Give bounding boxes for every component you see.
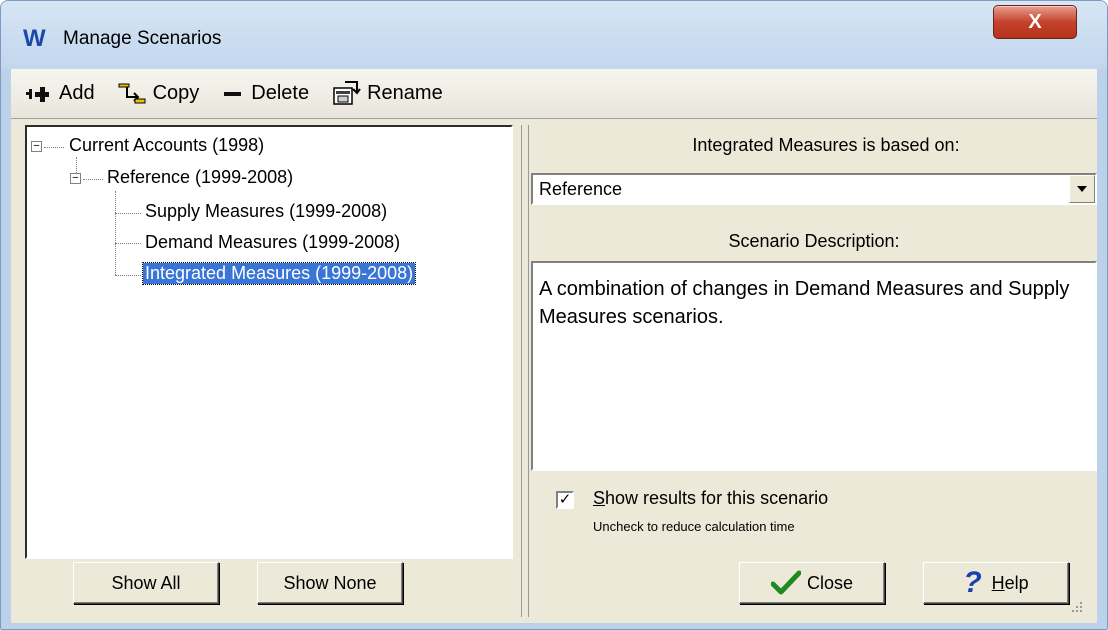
show-results-checkbox[interactable]: ✓ <box>556 491 574 509</box>
add-icon <box>26 86 49 102</box>
delete-button[interactable]: Delete <box>221 82 309 105</box>
help-mnemonic: H <box>991 572 1005 593</box>
scenario-description-textarea[interactable]: A combination of changes in Demand Measu… <box>531 261 1097 471</box>
rename-label: Rename <box>367 82 443 104</box>
close-label: Close <box>806 572 854 593</box>
tree-node-current-accounts[interactable]: Current Accounts (1998) <box>69 135 264 156</box>
show-all-button[interactable]: Show All <box>73 562 219 604</box>
rename-icon <box>333 80 361 105</box>
collapse-root-icon[interactable]: − <box>31 141 42 152</box>
collapse-reference-icon[interactable]: − <box>70 173 81 184</box>
based-on-value: Reference <box>539 179 623 199</box>
help-icon: ? <box>963 566 982 599</box>
window-title: Manage Scenarios <box>63 28 222 49</box>
help-label: elp <box>1004 572 1029 593</box>
app-logo-icon: W <box>23 25 46 52</box>
delete-icon <box>224 91 242 96</box>
based-on-dropdown[interactable]: Reference <box>531 173 1097 205</box>
add-button[interactable]: Add <box>25 82 95 105</box>
copy-label: Copy <box>152 82 200 104</box>
tree-node-supply-measures[interactable]: Supply Measures (1999-2008) <box>145 201 387 222</box>
tree-connector <box>115 191 116 275</box>
checkmark-icon <box>770 570 801 595</box>
tree-node-demand-measures[interactable]: Demand Measures (1999-2008) <box>145 232 400 253</box>
help-button[interactable]: ? Help <box>923 562 1069 604</box>
title-bar[interactable]: W Manage Scenarios X <box>1 1 1107 69</box>
toolbar: Add Copy Delete Rename <box>11 69 1097 119</box>
copy-icon <box>118 83 146 103</box>
rename-button[interactable]: Rename <box>331 80 443 108</box>
delete-label: Delete <box>251 82 310 104</box>
tree-connector <box>115 213 141 214</box>
dialog-body: Add Copy Delete Rename − Current Account… <box>11 69 1097 623</box>
show-results-hint: Uncheck to reduce calculation time <box>593 519 795 534</box>
scenario-tree[interactable]: − Current Accounts (1998) − Reference (1… <box>25 125 513 559</box>
tree-connector <box>115 275 141 276</box>
close-button[interactable]: Close <box>739 562 885 604</box>
panel-splitter[interactable] <box>521 125 529 617</box>
show-results-label[interactable]: Show results for this scenario <box>593 488 828 509</box>
copy-button[interactable]: Copy <box>117 81 200 107</box>
description-label: Scenario Description: <box>728 231 900 251</box>
tree-connector <box>115 243 141 244</box>
tree-node-integrated-measures[interactable]: Integrated Measures (1999-2008) <box>141 262 417 285</box>
based-on-label: Integrated Measures is based on: <box>692 135 960 155</box>
manage-scenarios-window: W Manage Scenarios X Add Copy Delete Ren… <box>0 0 1108 630</box>
show-none-button[interactable]: Show None <box>257 562 403 604</box>
close-window-button[interactable]: X <box>993 5 1077 39</box>
add-label: Add <box>59 82 95 104</box>
tree-connector <box>83 179 103 180</box>
dropdown-arrow-icon[interactable] <box>1069 175 1095 203</box>
tree-connector <box>44 147 64 148</box>
resize-grip-icon[interactable] <box>1069 599 1083 613</box>
tree-connector <box>76 157 77 173</box>
tree-node-reference[interactable]: Reference (1999-2008) <box>107 167 293 188</box>
